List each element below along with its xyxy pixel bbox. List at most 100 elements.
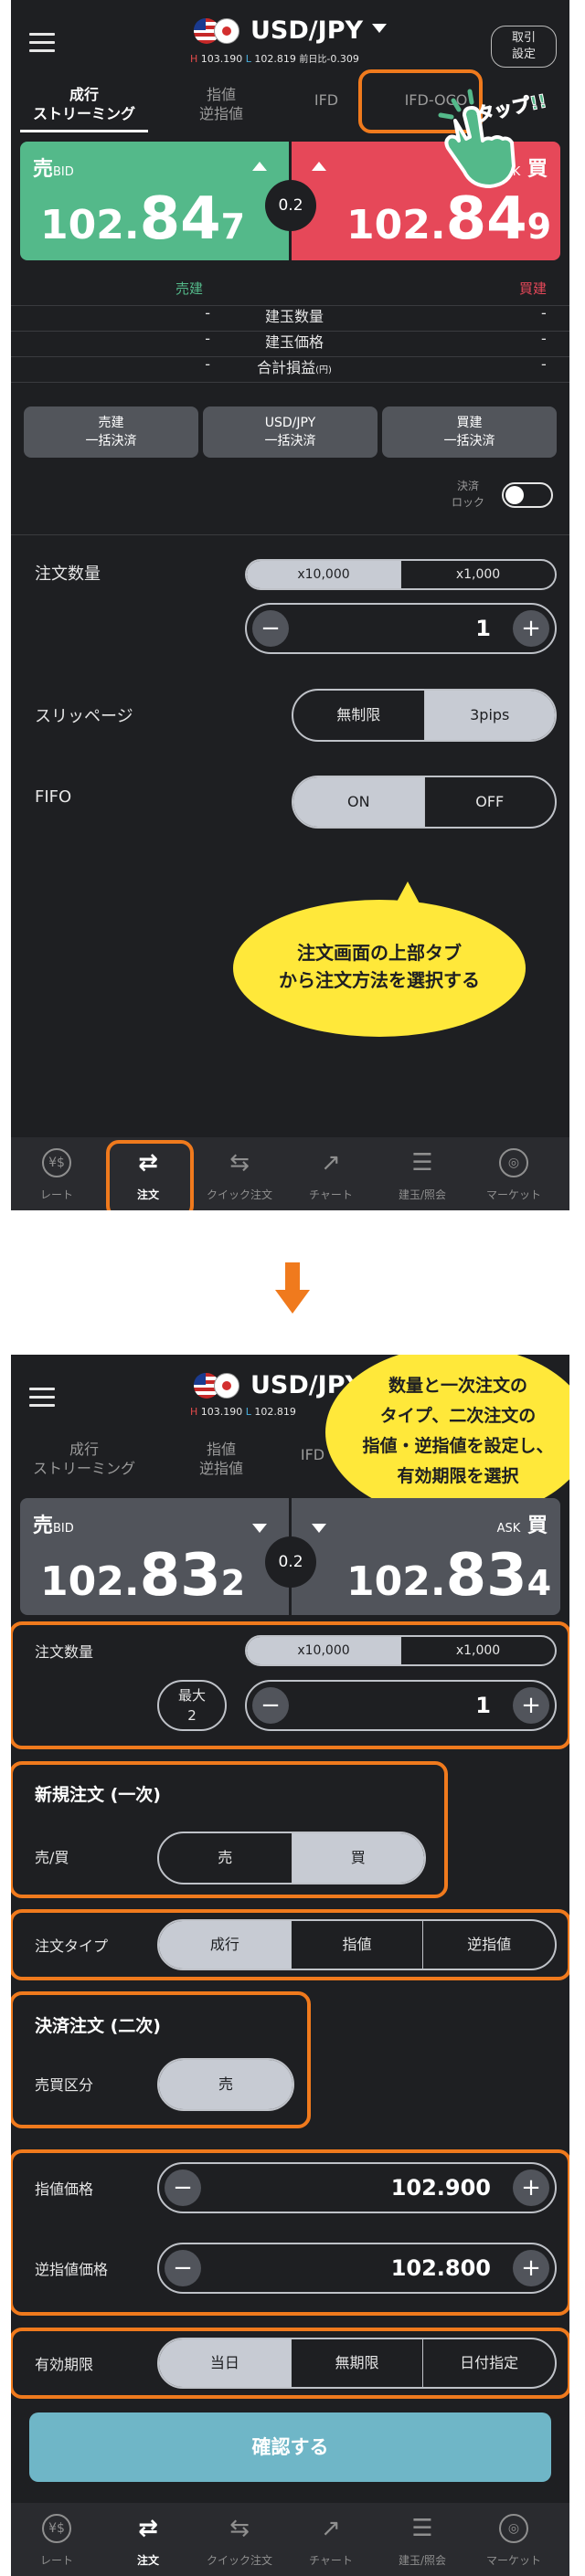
tab-ifd[interactable]: IFD (285, 78, 367, 132)
close-all-buy-button[interactable]: 買建 一括決済 (382, 406, 557, 458)
buy-price: 102.834 (346, 1542, 552, 1610)
usd-jpy-flag-icon (194, 1373, 241, 1399)
down-arrow-icon (275, 1262, 310, 1317)
tab-limit-stop[interactable]: 指値 逆指値 (166, 1432, 276, 1487)
position-row: - 合計損益(円) - (205, 355, 547, 376)
quantity-stepper: − 1 + (245, 1680, 557, 1731)
expiry-today[interactable]: 当日 (159, 2339, 292, 2387)
menu-icon[interactable] (29, 33, 55, 52)
order-type-stop[interactable]: 逆指値 (423, 1921, 555, 1969)
plus-button[interactable]: + (513, 2250, 549, 2286)
fifo-off[interactable]: OFF (425, 777, 556, 827)
qty-unit-10000[interactable]: x10,000 (247, 561, 401, 588)
order-type-label: 注文タイプ (35, 1937, 109, 1955)
order-type-market[interactable]: 成行 (159, 1921, 292, 1969)
nav-market[interactable]: ◎ マーケット (468, 2503, 559, 2576)
close-all-sell-button[interactable]: 売建 一括決済 (24, 406, 198, 458)
order-arrows-icon: ⇄ (138, 2515, 158, 2542)
first-order-title: 新規注文 (一次) (35, 1785, 161, 1805)
stop-price-value[interactable]: 102.800 (391, 2244, 491, 2292)
qty-unit-selector[interactable]: x10,000 x1,000 (245, 559, 557, 590)
tab-streaming[interactable]: 成行 ストリーミング (20, 1432, 148, 1487)
chart-icon: ↗ (321, 1149, 341, 1177)
list-icon: ☰ (411, 1149, 433, 1177)
plus-button[interactable]: + (513, 2170, 549, 2206)
nav-chart[interactable]: ↗ チャート (285, 1137, 377, 1210)
nav-market[interactable]: ◎ マーケット (468, 1137, 559, 1210)
order-type-limit[interactable]: 指値 (292, 1921, 424, 1969)
currency-pair-title[interactable]: USD/JPY (250, 16, 363, 45)
slippage-3pips[interactable]: 3pips (424, 691, 555, 740)
settle-side-sell[interactable]: 売 (159, 2060, 292, 2109)
nav-rate[interactable]: ¥$ レート (11, 1137, 102, 1210)
tap-hand-icon: タップ!! (437, 84, 574, 194)
high-low-info: H 103.190 L 102.819 前日比-0.309 (190, 53, 359, 65)
minus-button[interactable]: − (165, 2170, 201, 2206)
limit-price-label: 指値価格 (35, 2180, 94, 2198)
sell-bid-panel[interactable]: 売BID 102.832 (20, 1498, 289, 1615)
qty-unit-1000[interactable]: x1,000 (401, 561, 555, 588)
high-low-info: H 103.190 L 102.819 (190, 1406, 296, 1418)
qty-unit-10000[interactable]: x10,000 (247, 1637, 401, 1664)
quantity-value[interactable]: 1 (475, 605, 491, 652)
buy-price: 102.849 (346, 185, 552, 253)
expiry-date[interactable]: 日付指定 (423, 2339, 555, 2387)
list-icon: ☰ (411, 2515, 433, 2542)
menu-icon[interactable] (29, 1388, 55, 1407)
price-down-icon (252, 1524, 267, 1533)
side-selector[interactable]: 売 買 (157, 1832, 426, 1884)
app-header: USD/JPY H 103.190 L 102.819 前日比-0.309 取引… (11, 0, 569, 73)
side-buy[interactable]: 買 (292, 1833, 424, 1883)
settle-side-selector[interactable]: 売 (157, 2058, 294, 2111)
expiry-unlimited[interactable]: 無期限 (292, 2339, 424, 2387)
chevron-down-icon[interactable] (372, 24, 387, 33)
minus-button[interactable]: − (252, 1687, 289, 1724)
slippage-unlimited[interactable]: 無制限 (293, 691, 425, 740)
price-down-icon (312, 1524, 326, 1533)
quantity-value[interactable]: 1 (475, 1682, 491, 1729)
plus-button[interactable]: + (513, 1687, 549, 1724)
position-row: - 建玉価格 - (205, 330, 547, 351)
sell-price: 102.832 (40, 1542, 246, 1610)
slippage-label: スリッページ (35, 707, 133, 726)
sell-price: 102.847 (40, 185, 246, 253)
spread-badge: 0.2 (265, 180, 316, 231)
tab-limit-stop[interactable]: 指値 逆指値 (166, 78, 276, 132)
confirm-button[interactable]: 確認する (29, 2412, 551, 2482)
chart-icon: ↗ (321, 2515, 341, 2542)
fifo-selector[interactable]: ON OFF (292, 776, 557, 829)
minus-button[interactable]: − (165, 2250, 201, 2286)
buy-ask-panel[interactable]: ASK 買 102.834 (292, 1498, 560, 1615)
spread-badge: 0.2 (265, 1536, 316, 1588)
limit-price-value[interactable]: 102.900 (391, 2164, 491, 2212)
side-sell[interactable]: 売 (159, 1833, 292, 1883)
globe-icon: ◎ (499, 2514, 528, 2543)
buy-position-header: 買建 (519, 280, 548, 297)
tab-streaming[interactable]: 成行 ストリーミング (20, 78, 148, 132)
expiry-selector[interactable]: 当日 無期限 日付指定 (157, 2338, 557, 2389)
second-order-title: 決済注文 (二次) (35, 2016, 161, 2036)
nav-quick-order[interactable]: ⇆ クイック注文 (194, 2503, 285, 2576)
settle-lock-toggle[interactable] (502, 482, 553, 508)
trade-settings-button[interactable]: 取引 設定 (491, 26, 557, 68)
fifo-on[interactable]: ON (293, 777, 425, 827)
settle-lock-label: 決済 ロック (452, 480, 485, 509)
slippage-selector[interactable]: 無制限 3pips (292, 689, 557, 742)
nav-chart[interactable]: ↗ チャート (285, 2503, 377, 2576)
qty-unit-1000[interactable]: x1,000 (401, 1637, 555, 1664)
nav-order[interactable]: ⇄ 注文 (102, 2503, 194, 2576)
fifo-label: FIFO (35, 787, 72, 807)
nav-positions[interactable]: ☰ 建玉/照会 (377, 2503, 468, 2576)
minus-button[interactable]: − (252, 610, 289, 647)
nav-rate[interactable]: ¥$ レート (11, 2503, 102, 2576)
usd-jpy-flag-icon (194, 18, 241, 44)
plus-button[interactable]: + (513, 610, 549, 647)
position-row: - 建玉数量 - (205, 304, 547, 325)
close-all-pair-button[interactable]: USD/JPY 一括決済 (203, 406, 378, 458)
sell-bid-panel[interactable]: 売BID 102.847 (20, 142, 289, 260)
nav-quick-order[interactable]: ⇆ クイック注文 (194, 1137, 285, 1210)
order-qty-label: 注文数量 (35, 1643, 94, 1661)
nav-positions[interactable]: ☰ 建玉/照会 (377, 1137, 468, 1210)
order-type-selector[interactable]: 成行 指値 逆指値 (157, 1919, 557, 1970)
qty-unit-selector[interactable]: x10,000 x1,000 (245, 1635, 557, 1666)
